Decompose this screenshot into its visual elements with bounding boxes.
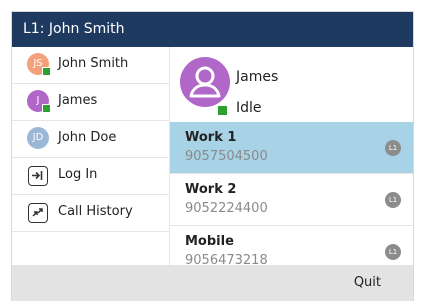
avatar: J <box>27 90 51 113</box>
sidebar-item-label: Log In <box>58 167 98 182</box>
number-value: 9052224400 <box>185 201 268 216</box>
sidebar-item-label: James <box>58 93 98 108</box>
presence-available-icon <box>42 104 51 113</box>
quit-button[interactable]: Quit <box>354 265 381 301</box>
sidebar-item-log-in[interactable]: Log In <box>12 158 169 195</box>
line-badge: L1 <box>385 140 401 156</box>
phone-screen: L1: John Smith JS John Smith J James JD … <box>12 12 413 301</box>
presence-available-icon <box>42 67 51 76</box>
number-label: Mobile <box>185 234 234 249</box>
sidebar-item-call-history[interactable]: Call History <box>12 195 169 232</box>
sidebar-item-john-smith[interactable]: JS John Smith <box>12 47 169 84</box>
number-label: Work 2 <box>185 182 237 197</box>
avatar-initials: JD <box>32 132 44 143</box>
sidebar-item-label: John Smith <box>58 56 129 71</box>
number-row-work-1[interactable]: Work 1 9057504500 L1 <box>170 122 413 174</box>
sidebar-item-james[interactable]: J James <box>12 84 169 121</box>
contact-card: James Idle <box>170 47 413 122</box>
sidebar-item-label: Call History <box>58 204 133 219</box>
avatar: JD <box>27 127 49 149</box>
softkey-bar: Quit <box>12 265 413 301</box>
sidebar-item-john-doe[interactable]: JD John Doe <box>12 121 169 158</box>
line-title: L1: John Smith <box>23 21 125 37</box>
title-bar: L1: John Smith <box>12 12 413 47</box>
line-badge: L1 <box>385 192 401 208</box>
sidebar-item-label: John Doe <box>58 130 117 145</box>
presence-available-icon <box>218 106 227 115</box>
contact-status: Idle <box>236 100 262 116</box>
sidebar: JS John Smith J James JD John Doe Log In… <box>12 47 169 265</box>
number-value: 9057504500 <box>185 149 268 164</box>
contact-name: James <box>236 69 279 85</box>
contact-avatar <box>180 57 230 107</box>
login-icon <box>28 166 48 186</box>
number-row-work-2[interactable]: Work 2 9052224400 L1 <box>170 174 413 226</box>
call-history-icon <box>28 203 48 223</box>
person-icon <box>189 66 221 98</box>
avatar: JS <box>27 53 51 76</box>
number-label: Work 1 <box>185 130 237 145</box>
avatar-initials: J <box>36 95 40 106</box>
line-badge: L1 <box>385 244 401 260</box>
